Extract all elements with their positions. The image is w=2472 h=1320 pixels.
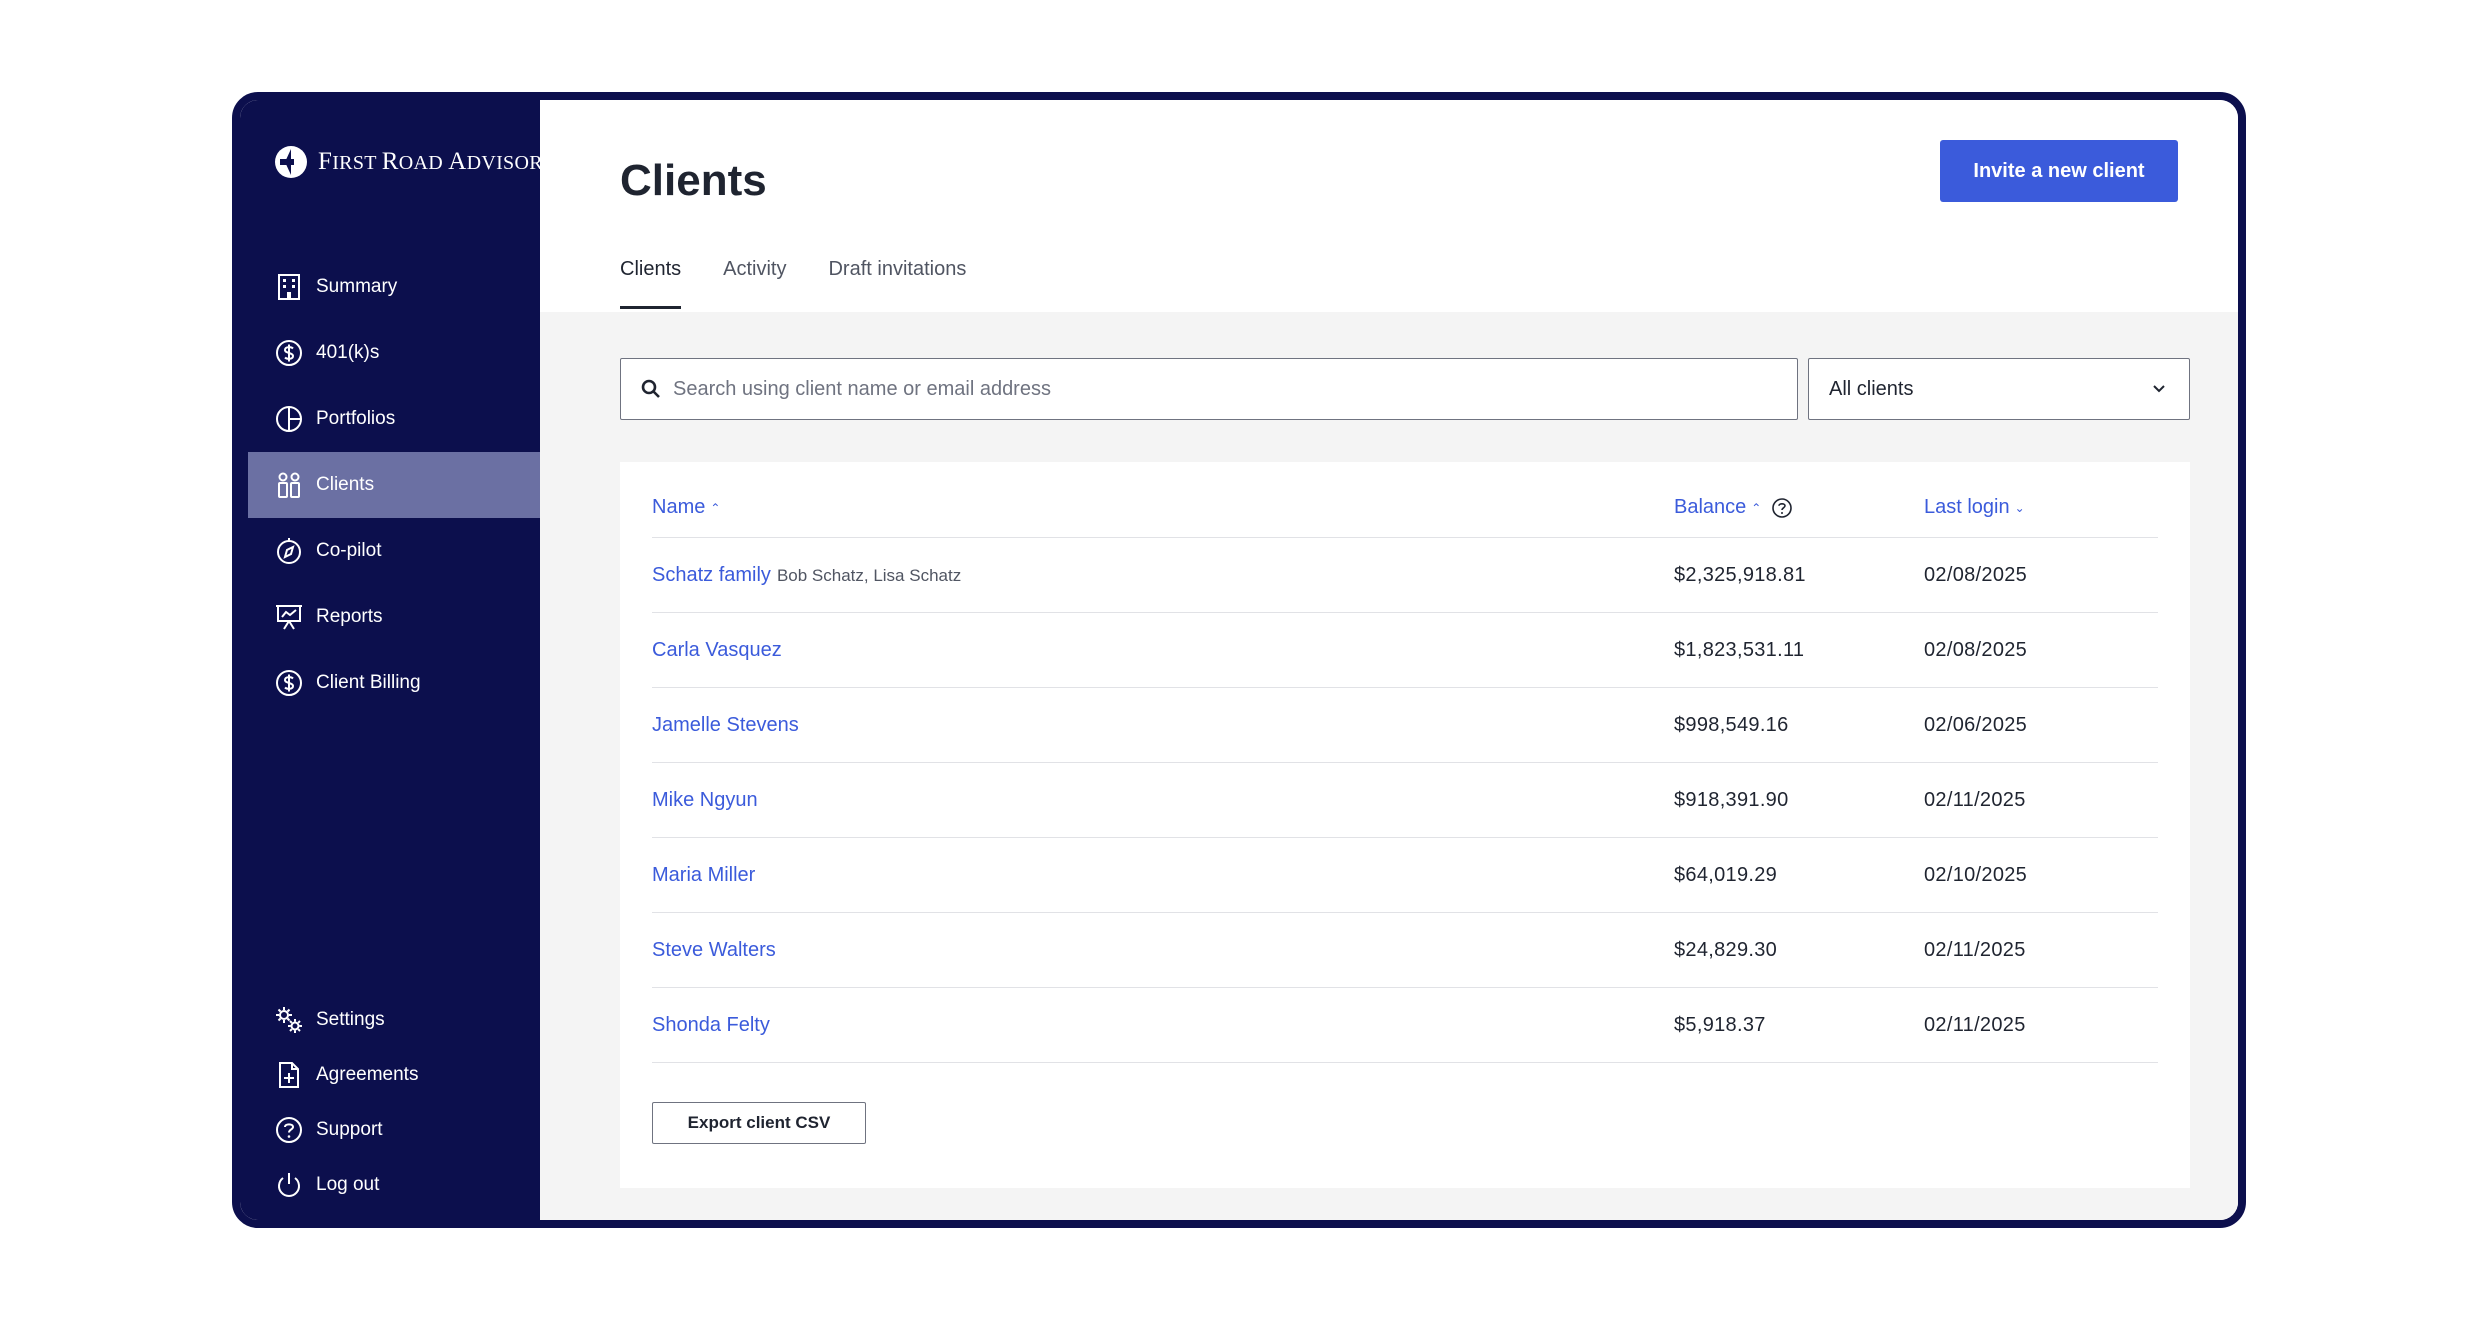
client-name-link[interactable]: Carla Vasquez — [652, 639, 782, 662]
sidebar-item-portfolios[interactable]: Portfolios — [240, 386, 540, 452]
client-last-login: 02/11/2025 — [1924, 939, 2026, 961]
sidebar-item-label: Log out — [316, 1173, 380, 1195]
compass-icon — [277, 538, 301, 564]
tab-activity[interactable]: Activity — [723, 250, 786, 312]
invite-client-button[interactable]: Invite a new client — [1940, 140, 2178, 202]
sidebar-item-label: Clients — [316, 474, 375, 495]
sidebar-item-settings[interactable]: Settings — [240, 992, 540, 1047]
client-balance: $5,918.37 — [1674, 1014, 1766, 1036]
client-name: Schatz family — [652, 564, 771, 586]
sidebar-item-clients[interactable]: Clients — [248, 452, 540, 518]
tab-bar: Clients Activity Draft invitations — [620, 250, 1008, 312]
client-balance: $998,549.16 — [1674, 714, 1789, 736]
clients-table-card: Name ⌃ Balance ⌃ Last login ⌄ Schatz fam… — [620, 462, 2190, 1188]
sidebar-item-401ks[interactable]: 401(k)s — [240, 320, 540, 386]
sidebar-item-label: Settings — [316, 1008, 385, 1030]
presentation-icon — [276, 605, 302, 630]
household-members: Bob Schatz, Lisa Schatz — [776, 566, 962, 585]
dollar-circle-icon — [276, 340, 302, 366]
sidebar-item-label: 401(k)s — [316, 342, 380, 363]
sidebar-item-label: Portfolios — [316, 408, 396, 429]
road-logo-icon — [275, 146, 307, 178]
pie-chart-icon — [276, 406, 302, 432]
export-csv-button[interactable]: Export client CSV — [652, 1102, 866, 1144]
table-row: Steve Walters $24,829.30 02/11/2025 — [652, 913, 2158, 988]
sidebar-item-support[interactable]: Support — [240, 1102, 540, 1157]
sort-up-icon: ⌃ — [1751, 500, 1762, 515]
search-box — [620, 358, 1798, 420]
sidebar-item-label: Client Billing — [316, 672, 421, 693]
sidebar-item-summary[interactable]: Summary — [240, 254, 540, 320]
client-last-login: 02/11/2025 — [1924, 1014, 2026, 1036]
sort-by-last-login[interactable]: Last login ⌄ — [1924, 496, 2025, 519]
column-header-name: Name — [652, 496, 706, 518]
app-window: FIRST ROAD ADVISORS Summary 401(k)s Port… — [232, 92, 2246, 1228]
document-plus-icon — [279, 1061, 299, 1088]
sidebar-item-label: Reports — [316, 606, 383, 627]
sidebar-bottom-nav: Settings Agreements Support Log out — [240, 992, 540, 1212]
dollar-circle-icon — [276, 670, 302, 696]
client-name-link[interactable]: Mike Ngyun — [652, 789, 758, 812]
power-icon — [278, 1172, 300, 1197]
table-row: Jamelle Stevens $998,549.16 02/06/2025 — [652, 688, 2158, 763]
building-icon — [278, 274, 300, 300]
client-filter-select[interactable]: All clients — [1808, 358, 2190, 420]
sidebar-item-label: Summary — [316, 276, 398, 297]
table-row: Schatz family Bob Schatz, Lisa Schatz $2,… — [652, 538, 2158, 613]
client-balance: $24,829.30 — [1674, 939, 1778, 961]
brand-logo[interactable]: FIRST ROAD ADVISORS — [274, 144, 554, 180]
client-balance: $2,325,918.81 — [1674, 564, 1806, 586]
client-last-login: 02/08/2025 — [1924, 639, 2028, 661]
question-circle-icon — [276, 1116, 302, 1143]
main-content: Clients Invite a new client Clients Acti… — [540, 100, 2238, 1220]
client-name-link[interactable]: Schatz family Bob Schatz, Lisa Schatz — [652, 564, 961, 587]
page-title: Clients — [620, 156, 767, 205]
table-row: Maria Miller $64,019.29 02/10/2025 — [652, 838, 2158, 913]
filter-selected-value: All clients — [1829, 377, 1914, 400]
table-row: Shonda Felty $5,918.37 02/11/2025 — [652, 988, 2158, 1063]
chevron-down-icon — [2153, 385, 2165, 393]
sort-down-icon: ⌄ — [2014, 500, 2025, 515]
tab-draft-invitations[interactable]: Draft invitations — [828, 250, 966, 312]
client-name-link[interactable]: Jamelle Stevens — [652, 714, 799, 737]
sidebar-item-reports[interactable]: Reports — [240, 584, 540, 650]
brand-name: FIRST ROAD ADVISORS — [318, 148, 555, 175]
client-name-link[interactable]: Shonda Felty — [652, 1014, 770, 1037]
table-row: Carla Vasquez $1,823,531.11 02/08/2025 — [652, 613, 2158, 688]
sidebar-item-label: Support — [316, 1118, 383, 1140]
client-balance: $1,823,531.11 — [1674, 639, 1805, 661]
client-balance: $918,391.90 — [1674, 789, 1789, 811]
sort-by-name[interactable]: Name ⌃ — [652, 496, 720, 519]
gears-icon — [276, 1006, 302, 1033]
people-icon — [278, 472, 300, 498]
client-last-login: 02/06/2025 — [1924, 714, 2028, 736]
tab-clients[interactable]: Clients — [620, 250, 682, 312]
sidebar-item-label: Co-pilot — [316, 540, 382, 561]
help-icon[interactable] — [1771, 497, 1793, 519]
sidebar-item-log-out[interactable]: Log out — [240, 1157, 540, 1212]
client-last-login: 02/11/2025 — [1924, 789, 2026, 811]
column-header-balance: Balance — [1674, 496, 1747, 518]
column-header-last-login: Last login — [1924, 496, 2010, 518]
sidebar-item-co-pilot[interactable]: Co-pilot — [240, 518, 540, 584]
sort-by-balance[interactable]: Balance ⌃ — [1674, 496, 1793, 519]
sidebar-item-label: Agreements — [316, 1063, 419, 1085]
client-name-link[interactable]: Steve Walters — [652, 939, 776, 962]
table-body: Schatz family Bob Schatz, Lisa Schatz $2,… — [652, 538, 2158, 1063]
table-header: Name ⌃ Balance ⌃ Last login ⌄ — [652, 496, 2158, 538]
sort-up-icon: ⌃ — [710, 500, 721, 515]
search-icon — [641, 379, 660, 398]
sidebar-nav: Summary 401(k)s Portfolios Clients Co-pi… — [240, 254, 540, 716]
search-input[interactable] — [673, 377, 1773, 401]
sidebar-item-agreements[interactable]: Agreements — [240, 1047, 540, 1102]
sidebar: FIRST ROAD ADVISORS Summary 401(k)s Port… — [240, 100, 554, 1220]
sidebar-item-client-billing[interactable]: Client Billing — [240, 650, 540, 716]
table-row: Mike Ngyun $918,391.90 02/11/2025 — [652, 763, 2158, 838]
client-last-login: 02/10/2025 — [1924, 864, 2028, 886]
client-balance: $64,019.29 — [1674, 864, 1778, 886]
client-last-login: 02/08/2025 — [1924, 564, 2028, 586]
client-name-link[interactable]: Maria Miller — [652, 864, 755, 887]
